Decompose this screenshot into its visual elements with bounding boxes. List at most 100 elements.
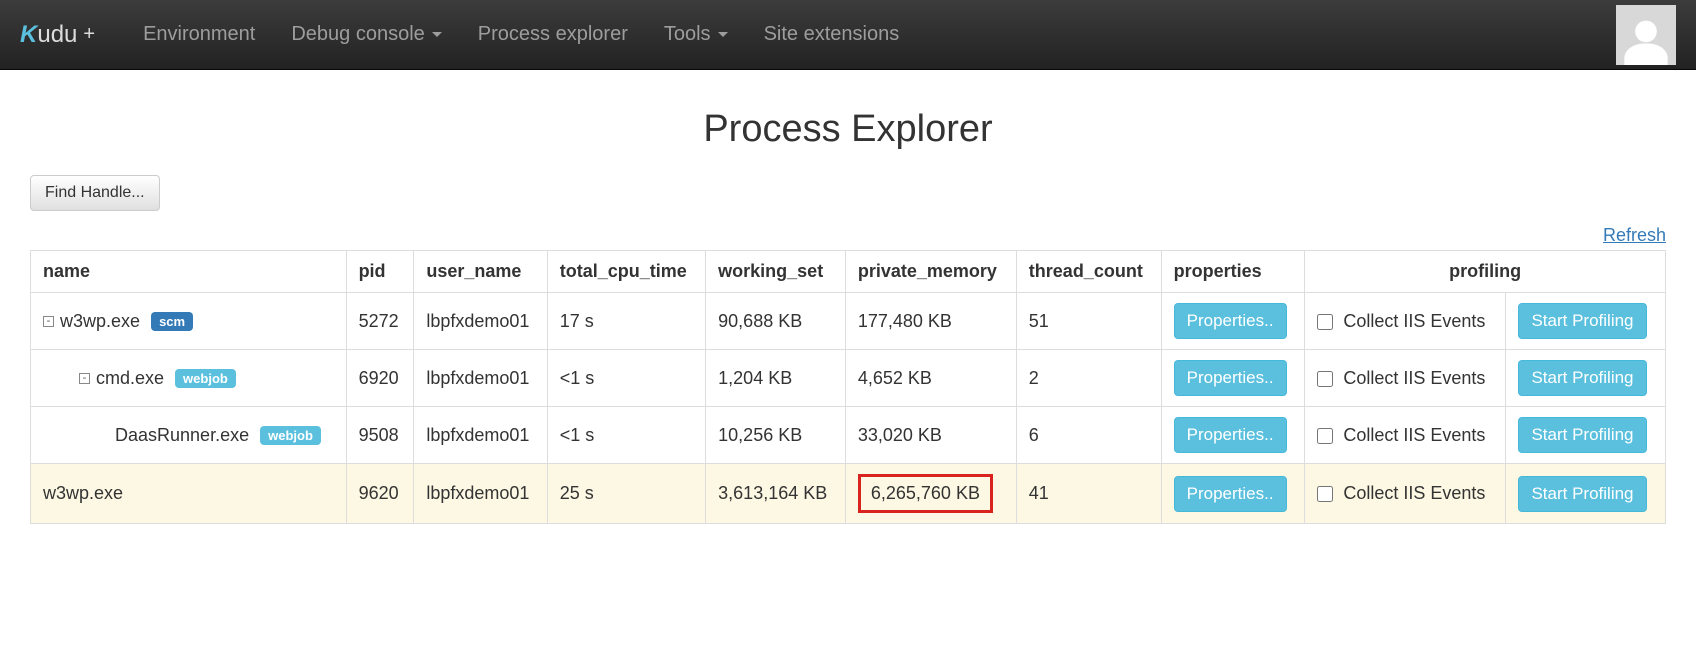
brand-k: K xyxy=(20,21,37,49)
properties-button[interactable]: Properties.. xyxy=(1174,476,1287,512)
table-row: -w3wp.exe scm5272lbpfxdemo0117 s90,688 K… xyxy=(31,293,1666,350)
th-thread-count: thread_count xyxy=(1016,251,1161,293)
table-row: w3wp.exe9620lbpfxdemo0125 s3,613,164 KB6… xyxy=(31,464,1666,524)
cell-properties: Properties.. xyxy=(1161,293,1305,350)
th-profiling: profiling xyxy=(1305,251,1666,293)
cell-user-name: lbpfxdemo01 xyxy=(414,293,547,350)
cell-cpu: 25 s xyxy=(547,464,705,524)
process-table: name pid user_name total_cpu_time workin… xyxy=(30,250,1666,524)
brand-udu: udu xyxy=(37,21,77,49)
collect-iis-checkbox[interactable] xyxy=(1317,314,1333,330)
nav-debug-console-label: Debug console xyxy=(291,23,424,46)
cell-properties: Properties.. xyxy=(1161,350,1305,407)
page-title: Process Explorer xyxy=(30,108,1666,151)
cell-private-memory: 4,652 KB xyxy=(845,350,1016,407)
start-profiling-button[interactable]: Start Profiling xyxy=(1518,417,1646,453)
cell-private-memory: 33,020 KB xyxy=(845,407,1016,464)
nav-process-explorer[interactable]: Process explorer xyxy=(460,13,646,56)
start-profiling-button[interactable]: Start Profiling xyxy=(1518,303,1646,339)
caret-icon xyxy=(432,32,442,37)
cell-cpu: 17 s xyxy=(547,293,705,350)
refresh-link[interactable]: Refresh xyxy=(1603,225,1666,245)
start-profiling-button[interactable]: Start Profiling xyxy=(1518,476,1646,512)
nav-debug-console[interactable]: Debug console xyxy=(273,13,459,56)
cell-private-memory: 6,265,760 KB xyxy=(845,464,1016,524)
cell-cpu: <1 s xyxy=(547,407,705,464)
avatar[interactable] xyxy=(1616,5,1676,65)
cell-name: w3wp.exe xyxy=(31,464,347,524)
cell-name: -cmd.exe webjob xyxy=(31,350,347,407)
caret-icon xyxy=(718,32,728,37)
properties-button[interactable]: Properties.. xyxy=(1174,417,1287,453)
cell-thread-count: 6 xyxy=(1016,407,1161,464)
collect-iis-label: Collect IIS Events xyxy=(1343,311,1485,331)
cell-working-set: 1,204 KB xyxy=(706,350,846,407)
collect-iis-checkbox[interactable] xyxy=(1317,486,1333,502)
nav-environment-label: Environment xyxy=(143,23,255,46)
cell-start-profiling: Start Profiling xyxy=(1506,464,1666,524)
process-name: cmd.exe xyxy=(96,368,164,388)
th-working-set: working_set xyxy=(706,251,846,293)
nav-process-explorer-label: Process explorer xyxy=(478,23,628,46)
cell-pid: 9620 xyxy=(346,464,414,524)
nav-tools-label: Tools xyxy=(664,23,711,46)
highlighted-memory-box: 6,265,760 KB xyxy=(858,474,993,513)
user-icon xyxy=(1620,13,1672,65)
find-handle-button[interactable]: Find Handle... xyxy=(30,175,160,211)
th-cpu: total_cpu_time xyxy=(547,251,705,293)
process-name: DaasRunner.exe xyxy=(115,425,249,445)
cell-pid: 6920 xyxy=(346,350,414,407)
cell-name: -w3wp.exe scm xyxy=(31,293,347,350)
cell-properties: Properties.. xyxy=(1161,407,1305,464)
collect-iis-label: Collect IIS Events xyxy=(1343,483,1485,503)
table-body: -w3wp.exe scm5272lbpfxdemo0117 s90,688 K… xyxy=(31,293,1666,524)
cell-name: DaasRunner.exe webjob xyxy=(31,407,347,464)
process-name: w3wp.exe xyxy=(43,483,123,503)
cell-working-set: 90,688 KB xyxy=(706,293,846,350)
cell-properties: Properties.. xyxy=(1161,464,1305,524)
cell-thread-count: 51 xyxy=(1016,293,1161,350)
cell-user-name: lbpfxdemo01 xyxy=(414,407,547,464)
th-user-name: user_name xyxy=(414,251,547,293)
nav-tools[interactable]: Tools xyxy=(646,13,746,56)
cell-user-name: lbpfxdemo01 xyxy=(414,350,547,407)
cell-pid: 9508 xyxy=(346,407,414,464)
tree-toggle-icon[interactable]: - xyxy=(43,316,54,327)
th-name: name xyxy=(31,251,347,293)
table-header-row: name pid user_name total_cpu_time workin… xyxy=(31,251,1666,293)
cell-collect-iis: Collect IIS Events xyxy=(1305,293,1506,350)
cell-collect-iis: Collect IIS Events xyxy=(1305,350,1506,407)
properties-button[interactable]: Properties.. xyxy=(1174,360,1287,396)
webjob-badge: webjob xyxy=(175,369,236,388)
main-container: Process Explorer Find Handle... Refresh … xyxy=(0,70,1696,544)
nav-site-extensions-label: Site extensions xyxy=(764,23,900,46)
brand-plus: + xyxy=(83,23,95,46)
webjob-badge: webjob xyxy=(260,426,321,445)
collect-iis-checkbox[interactable] xyxy=(1317,371,1333,387)
tree-toggle-icon[interactable]: - xyxy=(79,373,90,384)
cell-pid: 5272 xyxy=(346,293,414,350)
process-name: w3wp.exe xyxy=(60,311,140,331)
cell-cpu: <1 s xyxy=(547,350,705,407)
th-pid: pid xyxy=(346,251,414,293)
scm-badge: scm xyxy=(151,312,193,331)
nav-environment[interactable]: Environment xyxy=(125,13,273,56)
refresh-row: Refresh xyxy=(30,225,1666,246)
cell-private-memory: 177,480 KB xyxy=(845,293,1016,350)
nav-menu: Environment Debug console Process explor… xyxy=(125,13,1616,56)
collect-iis-checkbox[interactable] xyxy=(1317,428,1333,444)
properties-button[interactable]: Properties.. xyxy=(1174,303,1287,339)
cell-thread-count: 41 xyxy=(1016,464,1161,524)
cell-user-name: lbpfxdemo01 xyxy=(414,464,547,524)
cell-start-profiling: Start Profiling xyxy=(1506,407,1666,464)
cell-start-profiling: Start Profiling xyxy=(1506,293,1666,350)
cell-start-profiling: Start Profiling xyxy=(1506,350,1666,407)
cell-collect-iis: Collect IIS Events xyxy=(1305,407,1506,464)
cell-thread-count: 2 xyxy=(1016,350,1161,407)
cell-working-set: 10,256 KB xyxy=(706,407,846,464)
th-private-memory: private_memory xyxy=(845,251,1016,293)
start-profiling-button[interactable]: Start Profiling xyxy=(1518,360,1646,396)
table-row: DaasRunner.exe webjob9508lbpfxdemo01<1 s… xyxy=(31,407,1666,464)
brand-link[interactable]: Kudu + xyxy=(20,21,95,49)
nav-site-extensions[interactable]: Site extensions xyxy=(746,13,918,56)
